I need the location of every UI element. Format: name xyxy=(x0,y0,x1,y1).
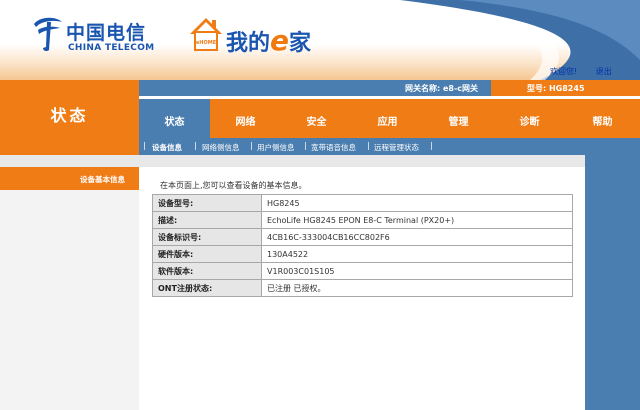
welcome-link[interactable]: 欢迎您! xyxy=(550,67,577,76)
brand-en: CHINA TELECOM xyxy=(68,43,155,53)
right-column xyxy=(585,155,640,410)
table-row: ONT注册状态: 已注册 已授权。 xyxy=(152,279,573,297)
table-row: 设备标识号: 4CB16C-333004CB16CC802F6 xyxy=(152,228,573,246)
sidebar-item-label: 设备基本信息 xyxy=(80,175,125,184)
subtab-remote-management-status[interactable]: 远程管理状态 xyxy=(374,142,419,153)
subtab-device-info[interactable]: 设备信息 xyxy=(152,142,182,153)
section-title-box: 状态 xyxy=(0,80,139,155)
table-row: 设备型号: HG8245 xyxy=(152,194,573,212)
sidebar xyxy=(0,155,139,410)
subtab-broadband-voice-info[interactable]: 宽带语音信息 xyxy=(311,142,356,153)
ehome-e: e xyxy=(270,24,290,57)
ehome-logo: eHOME 我的e家 xyxy=(188,10,348,66)
row-key: ONT注册状态: xyxy=(152,279,262,297)
top-links: 欢迎您! 退出 xyxy=(548,66,612,77)
section-title: 状态 xyxy=(50,106,89,125)
row-value: V1R003C01S105 xyxy=(261,262,573,280)
ehome-badge: eHOME xyxy=(196,40,217,46)
subtab-user-side-info[interactable]: 用户侧信息 xyxy=(257,142,295,153)
main-gap xyxy=(139,155,585,167)
row-value: 4CB16C-333004CB16CC802F6 xyxy=(261,228,573,246)
subnav-separator: | xyxy=(304,141,307,150)
sidebar-gap xyxy=(0,155,139,167)
subnav-separator: | xyxy=(367,141,370,150)
subnav-separator: | xyxy=(194,141,197,150)
row-key: 设备标识号: xyxy=(152,228,262,246)
main-content: 在本页面上,您可以查看设备的基本信息。 设备型号: HG8245 描述: Ech… xyxy=(139,167,585,410)
row-value: HG8245 xyxy=(261,194,573,212)
table-row: 硬件版本: 130A4522 xyxy=(152,245,573,263)
china-telecom-mark-icon xyxy=(34,17,62,52)
tab-security[interactable]: 安全 xyxy=(281,99,352,138)
subnav-separator: | xyxy=(250,141,253,150)
sidebar-item-device-basic-info[interactable]: 设备基本信息 xyxy=(0,167,139,190)
logout-link[interactable]: 退出 xyxy=(596,67,612,76)
china-telecom-logo: 中国电信 CHINA TELECOM xyxy=(30,14,160,58)
model-box: 型号: HG8245 xyxy=(491,80,640,96)
tab-diagnostics[interactable]: 诊断 xyxy=(494,99,565,138)
table-row: 软件版本: V1R003C01S105 xyxy=(152,262,573,280)
tab-status[interactable]: 状态 xyxy=(139,99,210,138)
ehome-prefix: 我的 xyxy=(226,31,271,56)
device-info-table: 设备型号: HG8245 描述: EchoLife HG8245 EPON E8… xyxy=(152,194,573,297)
brand-cn: 中国电信 xyxy=(66,22,147,44)
row-value: 130A4522 xyxy=(261,245,573,263)
row-value: EchoLife HG8245 EPON E8-C Terminal (PX20… xyxy=(261,211,573,229)
row-key: 硬件版本: xyxy=(152,245,262,263)
house-icon: eHOME xyxy=(190,18,222,51)
ehome-suffix: 家 xyxy=(289,31,312,56)
subnav-separator: | xyxy=(430,141,433,150)
header-banner: 中国电信 CHINA TELECOM eHOME 我的e家 欢迎您! 退出 xyxy=(0,0,640,80)
subtab-network-side-info[interactable]: 网络侧信息 xyxy=(202,142,240,153)
tab-application[interactable]: 应用 xyxy=(352,99,423,138)
row-value: 已注册 已授权。 xyxy=(261,279,573,297)
info-bar: 网关名称: e8-c网关 型号: HG8245 xyxy=(139,80,640,96)
tab-network[interactable]: 网络 xyxy=(210,99,281,138)
sub-nav: | 设备信息 | 网络侧信息 | 用户侧信息 | 宽带语音信息 | 远程管理状态… xyxy=(139,138,640,155)
subnav-separator: | xyxy=(143,141,146,150)
device-model: 型号: HG8245 xyxy=(527,84,585,93)
row-key: 软件版本: xyxy=(152,262,262,280)
tab-help[interactable]: 帮助 xyxy=(565,99,640,138)
intro-text: 在本页面上,您可以查看设备的基本信息。 xyxy=(160,181,307,190)
row-key: 设备型号: xyxy=(152,194,262,212)
table-row: 描述: EchoLife HG8245 EPON E8-C Terminal (… xyxy=(152,211,573,229)
gateway-name: 网关名称: e8-c网关 xyxy=(405,84,479,93)
row-key: 描述: xyxy=(152,211,262,229)
ehome-title: 我的e家 xyxy=(226,24,311,57)
tab-management[interactable]: 管理 xyxy=(423,99,494,138)
main-nav: 状态 网络 安全 应用 管理 诊断 帮助 xyxy=(139,99,640,138)
